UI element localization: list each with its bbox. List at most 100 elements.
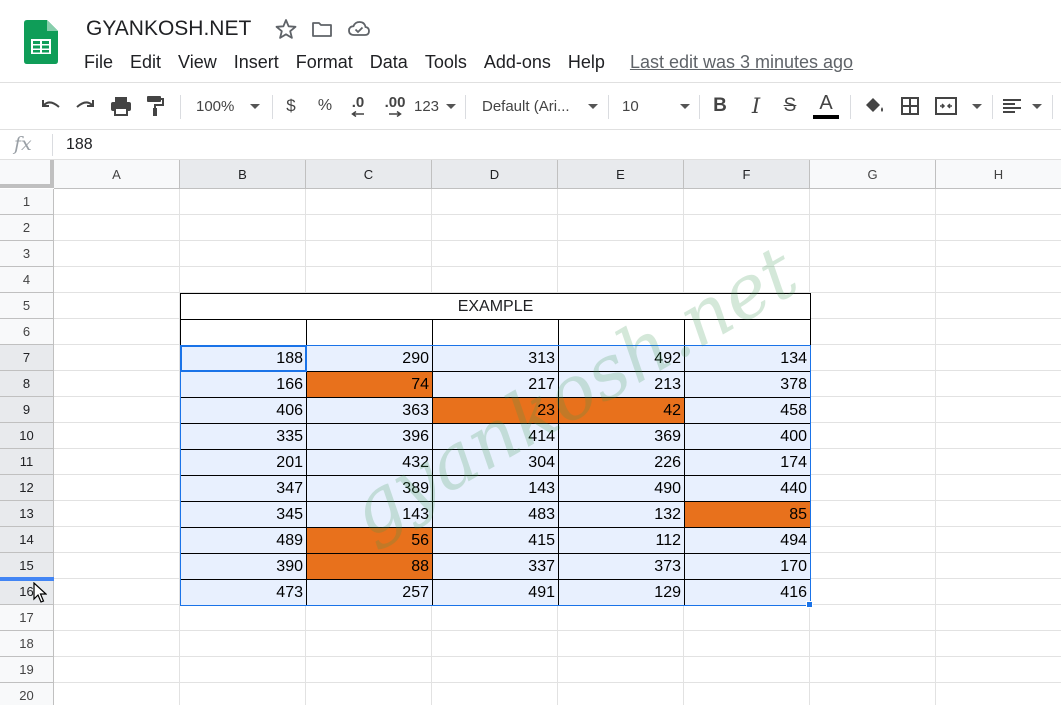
table-cell[interactable]: 337 [432,553,559,580]
cell-g13[interactable] [810,501,936,527]
row-header-2[interactable]: 2 [0,215,54,241]
highlighted-cell[interactable]: 85 [684,501,811,528]
menu-tools[interactable]: Tools [425,52,475,73]
column-header-e[interactable]: E [558,160,684,189]
cell-g14[interactable] [810,527,936,553]
cell-b2[interactable] [180,215,306,241]
table-cell[interactable]: 132 [558,501,685,528]
cell-b1[interactable] [180,189,306,215]
cell-c17[interactable] [306,605,432,631]
table-cell[interactable]: 143 [432,475,559,502]
cell-g4[interactable] [810,267,936,293]
row-header-13[interactable]: 13 [0,501,54,527]
cell-h1[interactable] [936,189,1061,215]
cell-a16[interactable] [54,579,180,605]
horizontal-align-button[interactable] [1002,83,1042,129]
column-header-g[interactable]: G [810,160,936,189]
cell-g16[interactable] [810,579,936,605]
cell-a17[interactable] [54,605,180,631]
cell-b17[interactable] [180,605,306,631]
row-header-10[interactable]: 10 [0,423,54,449]
table-cell[interactable]: 369 [558,423,685,450]
row-header-11[interactable]: 11 [0,449,54,475]
last-edit-link[interactable]: Last edit was 3 minutes ago [630,52,853,73]
cell-c2[interactable] [306,215,432,241]
table-cell[interactable]: 473 [180,579,307,606]
table-cell[interactable]: 304 [432,449,559,476]
cell-g11[interactable] [810,449,936,475]
highlighted-cell[interactable]: 56 [306,527,433,554]
table-cell[interactable]: 226 [558,449,685,476]
font-family-select[interactable]: Default (Ari... [482,83,598,129]
cell-h15[interactable] [936,553,1061,579]
row-header-6[interactable]: 6 [0,319,54,345]
column-header-c[interactable]: C [306,160,432,189]
cell-b3[interactable] [180,241,306,267]
more-formats-select[interactable]: 123 [414,83,456,129]
undo-button[interactable] [36,83,66,129]
cell-d3[interactable] [432,241,558,267]
merge-cells-button[interactable] [934,83,982,129]
table-cell[interactable]: 112 [558,527,685,554]
redo-button[interactable] [70,83,100,129]
table-cell[interactable]: 415 [432,527,559,554]
table-cell[interactable]: 129 [558,579,685,606]
cell-h6[interactable] [936,319,1061,345]
currency-format-button[interactable]: $ [280,83,302,129]
cell-h19[interactable] [936,657,1061,683]
row-header-1[interactable]: 1 [0,189,54,215]
table-cell[interactable]: 373 [558,553,685,580]
row-header-19[interactable]: 19 [0,657,54,683]
cell-a3[interactable] [54,241,180,267]
percent-format-button[interactable]: % [314,83,336,129]
table-cell[interactable]: 400 [684,423,811,450]
cell-a20[interactable] [54,683,180,705]
fill-color-button[interactable] [860,83,888,129]
table-cell[interactable]: 143 [306,501,433,528]
table-cell[interactable]: 290 [306,345,433,372]
cell-e18[interactable] [558,631,684,657]
table-header-cell[interactable] [684,319,811,346]
cell-c19[interactable] [306,657,432,683]
cell-g19[interactable] [810,657,936,683]
menu-view[interactable]: View [178,52,225,73]
row-header-17[interactable]: 17 [0,605,54,631]
row-header-9[interactable]: 9 [0,397,54,423]
table-cell[interactable]: 389 [306,475,433,502]
cell-b19[interactable] [180,657,306,683]
menu-insert[interactable]: Insert [234,52,287,73]
cell-g20[interactable] [810,683,936,705]
cell-f3[interactable] [684,241,810,267]
move-folder-icon[interactable] [310,18,334,40]
column-header-f[interactable]: F [684,160,810,189]
column-header-a[interactable]: A [54,160,180,189]
table-cell[interactable]: 489 [180,527,307,554]
table-cell[interactable]: 166 [180,371,307,398]
cell-h11[interactable] [936,449,1061,475]
row-header-8[interactable]: 8 [0,371,54,397]
row-header-15[interactable]: 15 [0,553,54,579]
text-color-button[interactable]: A [812,83,840,129]
fill-handle[interactable] [806,601,813,608]
cell-a11[interactable] [54,449,180,475]
document-title[interactable]: GYANKOSH.NET [86,17,251,41]
table-cell[interactable]: 134 [684,345,811,372]
row-header-5[interactable]: 5 [0,293,54,319]
cell-h12[interactable] [936,475,1061,501]
cell-f4[interactable] [684,267,810,293]
cell-f20[interactable] [684,683,810,705]
cell-e20[interactable] [558,683,684,705]
cell-h20[interactable] [936,683,1061,705]
cell-g10[interactable] [810,423,936,449]
cell-e4[interactable] [558,267,684,293]
row-header-4[interactable]: 4 [0,267,54,293]
cell-a18[interactable] [54,631,180,657]
font-size-select[interactable]: 10 [622,83,690,129]
cell-h3[interactable] [936,241,1061,267]
cell-h9[interactable] [936,397,1061,423]
increase-decimal-button[interactable]: .00 [380,83,410,129]
formula-input[interactable]: 188 [66,136,93,154]
row-header-18[interactable]: 18 [0,631,54,657]
cell-a4[interactable] [54,267,180,293]
table-cell[interactable]: 490 [558,475,685,502]
